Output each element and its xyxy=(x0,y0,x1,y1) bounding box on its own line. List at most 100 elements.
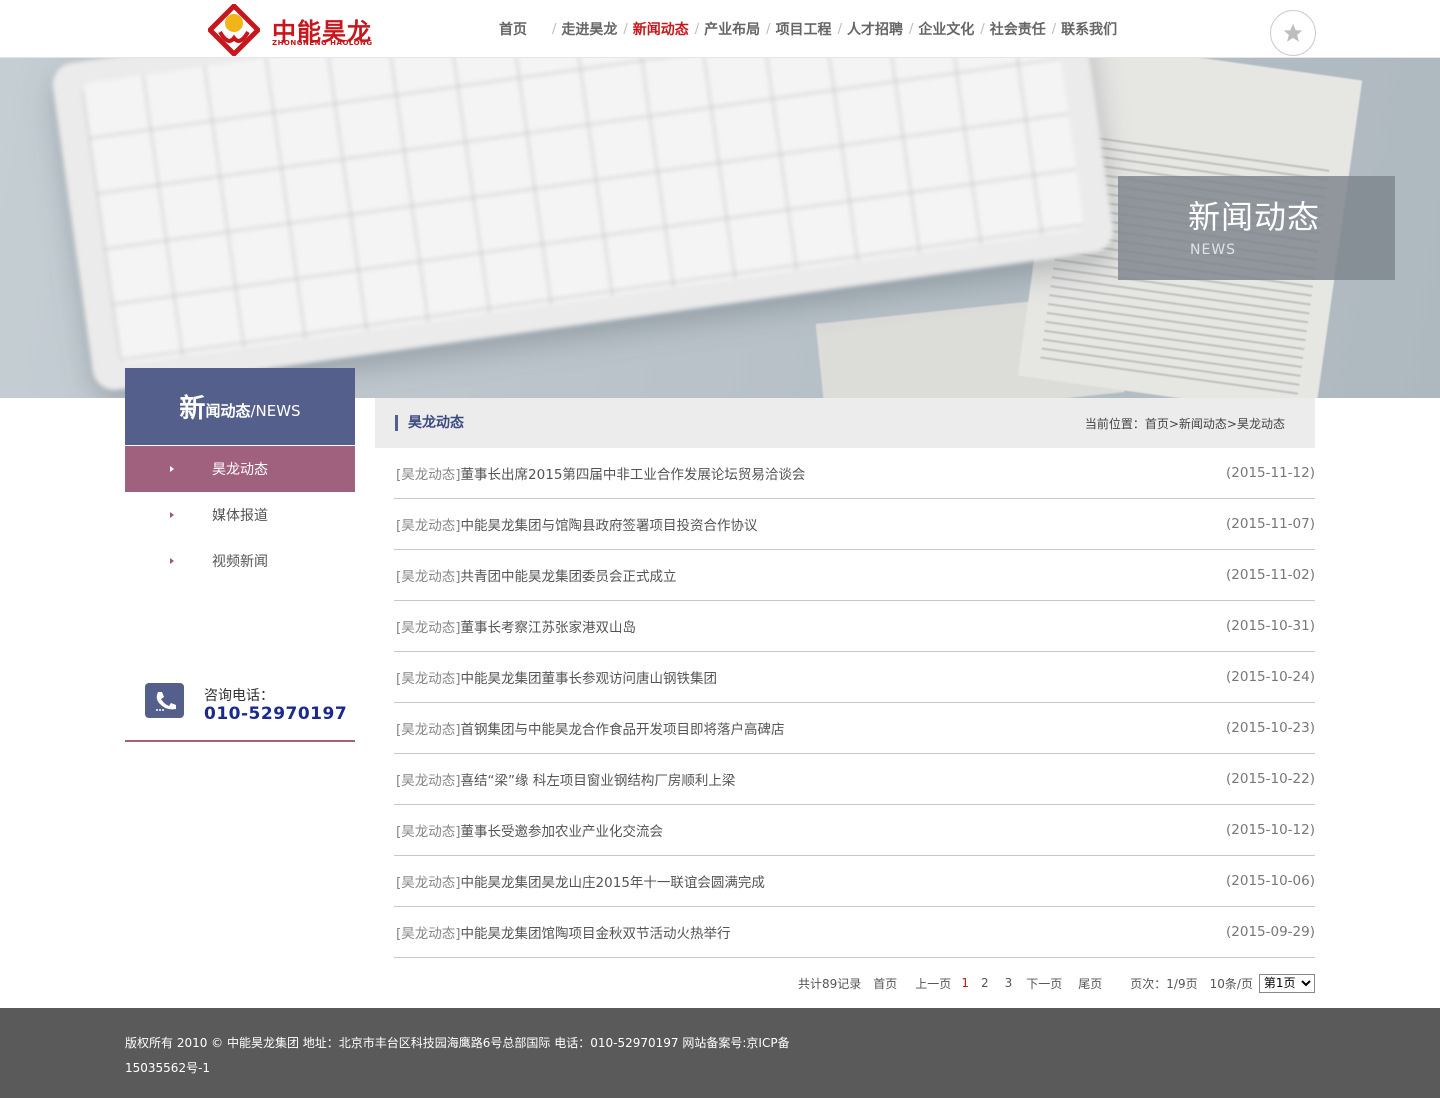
news-item-date: (2015-10-22) xyxy=(1226,771,1315,787)
news-item[interactable]: [昊龙动态]中能昊龙集团昊龙山庄2015年十一联谊会圆满完成 (2015-10-… xyxy=(394,856,1315,907)
logo-mark-icon xyxy=(208,4,260,56)
sidebar-header-en: /NEWS xyxy=(250,401,301,420)
sidebar-menu: 昊龙动态 媒体报道 视频新闻 xyxy=(125,446,355,584)
pagination-page-1[interactable]: 1 xyxy=(961,976,969,990)
nav-item-culture[interactable]: 企业文化 / xyxy=(918,19,989,39)
pagination: 共计89记录 首页 上一页 1 2 3 下一页 尾页 页次：1/9页 10条/页… xyxy=(798,972,1315,994)
contact-phone-number: 010-52970197 xyxy=(204,704,348,724)
breadcrumb-link-news[interactable]: 新闻动态 xyxy=(1179,417,1227,431)
nav-label: 企业文化 xyxy=(918,22,975,38)
contact-label: 咨询电话： xyxy=(204,688,274,704)
news-item-headline: 中能昊龙集团昊龙山庄2015年十一联谊会圆满完成 xyxy=(460,875,765,891)
nav-item-responsibility[interactable]: 社会责任 / xyxy=(990,19,1061,39)
pagination-page-2[interactable]: 2 xyxy=(981,976,989,990)
breadcrumb: 当前位置：首页>新闻动态>昊龙动态 xyxy=(1085,415,1285,432)
sidebar-item-haolong-news[interactable]: 昊龙动态 xyxy=(125,446,355,492)
news-item-category: [昊龙动态] xyxy=(396,773,461,789)
nav-item-news[interactable]: 新闻动态 / xyxy=(633,19,704,39)
nav-separator: / xyxy=(980,21,985,37)
news-item-date: (2015-10-06) xyxy=(1226,873,1315,889)
pagination-first-link[interactable]: 首页 xyxy=(873,975,897,992)
sidebar-item-media-reports[interactable]: 媒体报道 xyxy=(125,492,355,538)
news-item[interactable]: [昊龙动态]董事长出席2015第四届中非工业合作发展论坛贸易洽谈会 (2015-… xyxy=(394,448,1315,499)
news-item-category: [昊龙动态] xyxy=(396,875,461,891)
news-item-title: [昊龙动态]董事长受邀参加农业产业化交流会 xyxy=(396,820,663,840)
news-item-title: [昊龙动态]中能昊龙集团昊龙山庄2015年十一联谊会圆满完成 xyxy=(396,871,765,891)
news-item-category: [昊龙动态] xyxy=(396,620,461,636)
pagination-per-page: 10条/页 xyxy=(1209,976,1253,991)
nav-separator: / xyxy=(623,21,628,37)
news-item-category: [昊龙动态] xyxy=(396,926,461,942)
nav-item-contact[interactable]: 联系我们 xyxy=(1061,19,1117,39)
news-item-date: (2015-11-12) xyxy=(1226,465,1315,481)
news-item-title: [昊龙动态]中能昊龙集团董事长参观访问唐山钢铁集团 xyxy=(396,667,717,687)
news-item-headline: 中能昊龙集团馆陶项目金秋双节活动火热举行 xyxy=(460,926,731,942)
news-item[interactable]: [昊龙动态]中能昊龙集团董事长参观访问唐山钢铁集团 (2015-10-24) xyxy=(394,652,1315,703)
news-item[interactable]: [昊龙动态]中能昊龙集团与馆陶县政府签署项目投资合作协议 (2015-11-07… xyxy=(394,499,1315,550)
news-item-title: [昊龙动态]中能昊龙集团与馆陶县政府签署项目投资合作协议 xyxy=(396,514,758,534)
news-item-date: (2015-10-23) xyxy=(1226,720,1315,736)
site-header: 中能昊龙 ZHONGNENG HAOLONG 首页 / 走进昊龙 / 新闻动态 / 产… xyxy=(0,0,1440,58)
pagination-next-link[interactable]: 下一页 xyxy=(1026,975,1062,992)
news-item[interactable]: [昊龙动态]中能昊龙集团馆陶项目金秋双节活动火热举行 (2015-09-29) xyxy=(394,907,1315,958)
nav-label: 联系我们 xyxy=(1061,22,1118,38)
news-item-headline: 董事长考察江苏张家港双山岛 xyxy=(460,620,637,636)
news-item-headline: 董事长出席2015第四届中非工业合作发展论坛贸易洽谈会 xyxy=(460,467,806,483)
nav-separator: / xyxy=(766,21,771,37)
nav-label: 首页 xyxy=(499,22,527,38)
nav-item-careers[interactable]: 人才招聘 / xyxy=(847,19,918,39)
news-item-title: [昊龙动态]喜结“梁”缘 科左项目窗业钢结构厂房顺利上梁 xyxy=(396,769,735,789)
nav-item-projects[interactable]: 项目工程 / xyxy=(776,19,847,39)
nav-label: 新闻动态 xyxy=(632,22,689,38)
nav-label: 项目工程 xyxy=(775,22,832,38)
footer-copyright: 版权所有 2010 © 中能昊龙集团 地址：北京市丰台区科技园海鹰路6号总部国际… xyxy=(125,1036,790,1050)
news-item[interactable]: [昊龙动态]首钢集团与中能昊龙合作食品开发项目即将落户高碑店 (2015-10-… xyxy=(394,703,1315,754)
news-item[interactable]: [昊龙动态]喜结“梁”缘 科左项目窗业钢结构厂房顺利上梁 (2015-10-22… xyxy=(394,754,1315,805)
news-item-headline: 共青团中能昊龙集团委员会正式成立 xyxy=(460,569,677,585)
site-logo[interactable]: 中能昊龙 ZHONGNENG HAOLONG xyxy=(208,4,372,56)
news-item-title: [昊龙动态]首钢集团与中能昊龙合作食品开发项目即将落户高碑店 xyxy=(396,718,785,738)
site-footer: 版权所有 2010 © 中能昊龙集团 地址：北京市丰台区科技园海鹰路6号总部国际… xyxy=(0,1008,1440,1098)
news-item-category: [昊龙动态] xyxy=(396,824,461,840)
sidebar-item-label: 昊龙动态 xyxy=(212,462,268,478)
caret-right-icon xyxy=(170,466,174,472)
nav-item-home[interactable]: 首页 / xyxy=(480,19,561,39)
news-item-date: (2015-10-31) xyxy=(1226,618,1315,634)
page-banner: 新闻动态 NEWS xyxy=(0,58,1440,398)
nav-separator: / xyxy=(694,21,700,37)
pagination-last-link[interactable]: 尾页 xyxy=(1078,975,1102,992)
nav-item-about[interactable]: 走进昊龙 / xyxy=(561,19,632,39)
news-item-date: (2015-11-07) xyxy=(1226,516,1315,532)
nav-separator: / xyxy=(552,21,557,37)
news-item-category: [昊龙动态] xyxy=(396,467,461,483)
pagination-page-3[interactable]: 3 xyxy=(1005,976,1013,990)
breadcrumb-link-haolong-news[interactable]: 昊龙动态 xyxy=(1237,417,1285,431)
favorite-button[interactable] xyxy=(1270,10,1316,56)
news-list: [昊龙动态]董事长出席2015第四届中非工业合作发展论坛贸易洽谈会 (2015-… xyxy=(394,448,1315,958)
breadcrumb-prefix: 当前位置： xyxy=(1084,417,1145,431)
caret-right-icon xyxy=(170,558,174,564)
nav-item-industry[interactable]: 产业布局 / xyxy=(704,19,775,39)
contact-box: 咨询电话： 010-52970197 xyxy=(125,660,355,742)
news-item-category: [昊龙动态] xyxy=(396,671,461,687)
breadcrumb-link-home[interactable]: 首页 xyxy=(1145,417,1169,431)
news-item-headline: 董事长受邀参加农业产业化交流会 xyxy=(460,824,664,840)
nav-label: 走进昊龙 xyxy=(561,22,618,38)
section-title: 昊龙动态 xyxy=(395,415,464,431)
caret-right-icon xyxy=(170,512,174,518)
news-item[interactable]: [昊龙动态]董事长受邀参加农业产业化交流会 (2015-10-12) xyxy=(394,805,1315,856)
pagination-page-select[interactable]: 第1页 xyxy=(1258,973,1315,993)
sidebar-item-video-news[interactable]: 视频新闻 xyxy=(125,538,355,584)
section-header-bar: 昊龙动态 当前位置：首页>新闻动态>昊龙动态 xyxy=(375,398,1315,448)
news-item-date: (2015-10-24) xyxy=(1226,669,1315,685)
news-item-headline: 首钢集团与中能昊龙合作食品开发项目即将落户高碑店 xyxy=(460,722,785,738)
news-item-headline: 中能昊龙集团与馆陶县政府签署项目投资合作协议 xyxy=(460,518,758,534)
news-item-title: [昊龙动态]中能昊龙集团馆陶项目金秋双节活动火热举行 xyxy=(396,922,731,942)
sidebar-item-label: 媒体报道 xyxy=(212,508,268,524)
news-item[interactable]: [昊龙动态]共青团中能昊龙集团委员会正式成立 (2015-11-02) xyxy=(394,550,1315,601)
news-item[interactable]: [昊龙动态]董事长考察江苏张家港双山岛 (2015-10-31) xyxy=(394,601,1315,652)
banner-title: 新闻动态 xyxy=(1188,198,1321,236)
banner-title-box: 新闻动态 NEWS xyxy=(1118,176,1395,280)
news-item-headline: 中能昊龙集团董事长参观访问唐山钢铁集团 xyxy=(460,671,718,687)
pagination-prev-link[interactable]: 上一页 xyxy=(915,975,951,992)
